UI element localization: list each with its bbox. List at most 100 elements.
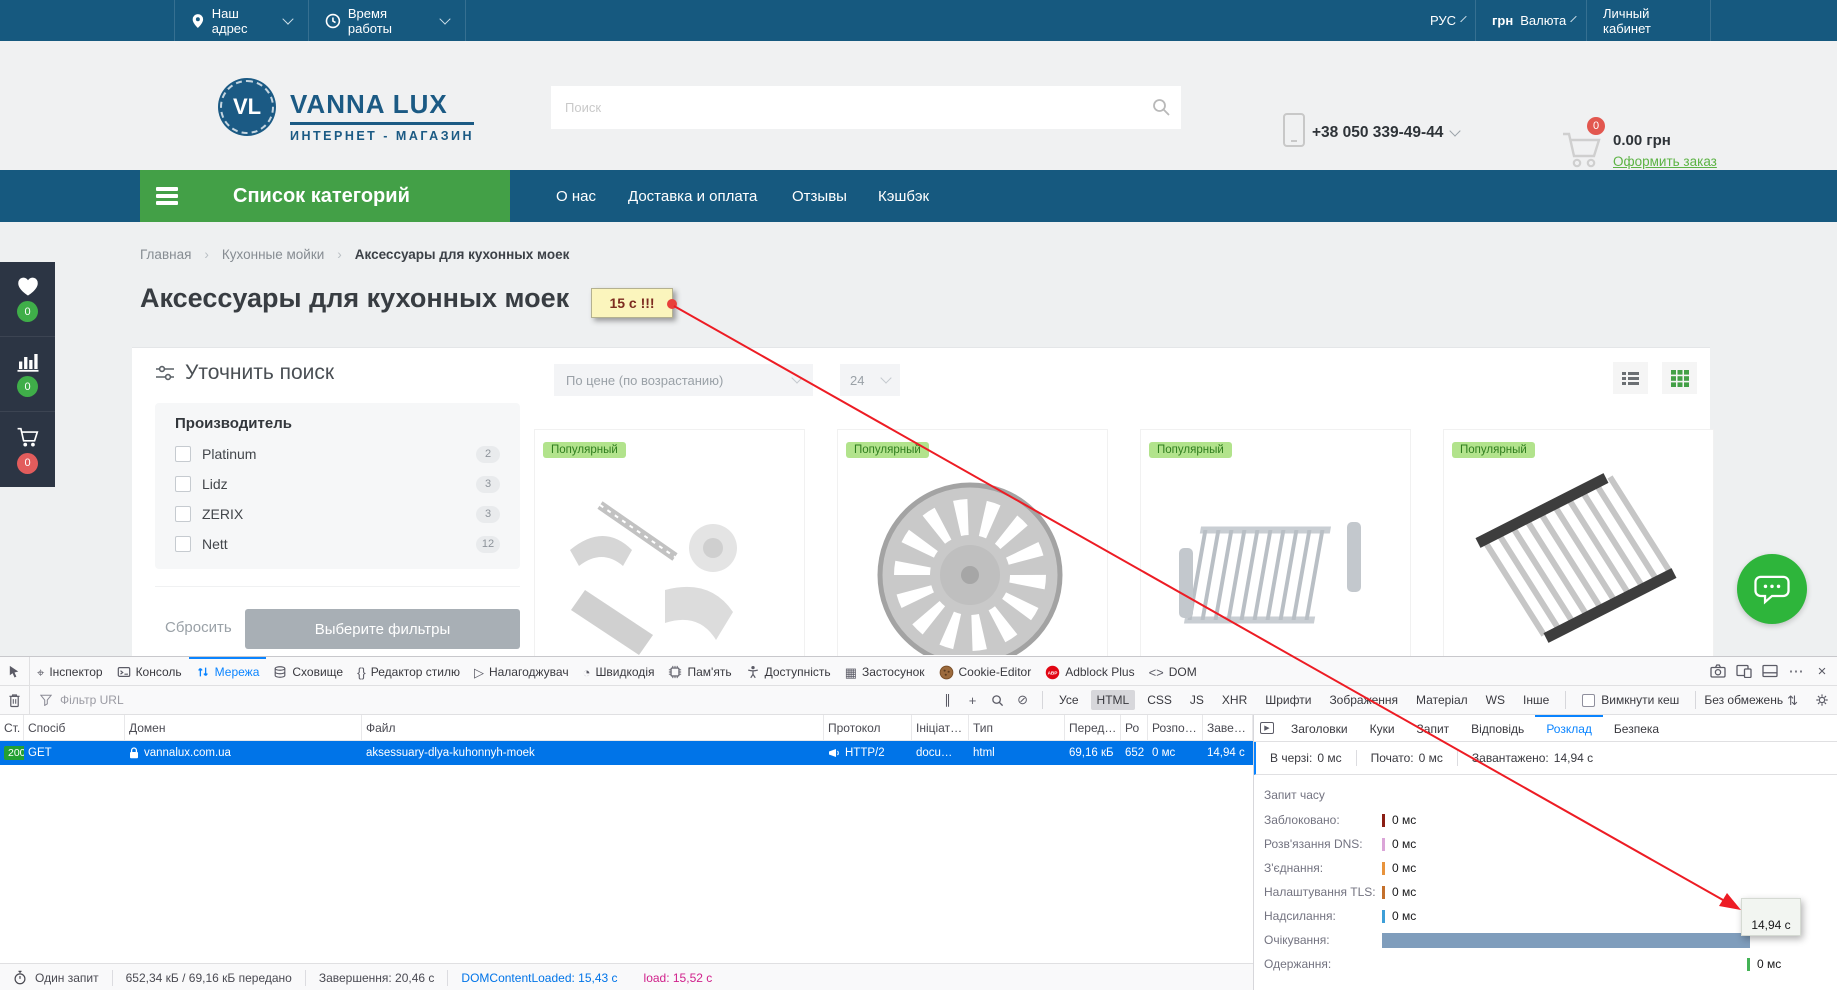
account-link[interactable]: Личный кабинет (1587, 0, 1711, 41)
checkbox[interactable] (175, 506, 191, 522)
filter-all[interactable]: Усе (1053, 690, 1085, 710)
column-finished[interactable]: Заве… (1203, 715, 1253, 740)
tab-performance[interactable]: ◔ Швидкодія (576, 657, 662, 685)
column-domain[interactable]: Домен (125, 715, 362, 740)
phone-number[interactable]: +38 050 339-49-44 (1312, 124, 1462, 142)
wishlist-button[interactable]: 0 (0, 262, 55, 337)
breadcrumb-home[interactable]: Главная (140, 247, 191, 262)
filter-images[interactable]: Зображення (1323, 690, 1404, 710)
tab-adblock-plus[interactable]: ABP Adblock Plus (1038, 657, 1141, 685)
tab-network[interactable]: Мережа (188, 657, 267, 685)
tab-cookie-editor[interactable]: Cookie-Editor (932, 657, 1039, 685)
column-started[interactable]: Розпо… (1148, 715, 1203, 740)
sort-select[interactable]: По цене (по возрастанию) (554, 364, 813, 396)
breadcrumb-category[interactable]: Кухонные мойки (222, 247, 324, 262)
filter-option-platinum[interactable]: Platinum 2 (175, 441, 500, 467)
tab-style-editor[interactable]: {} Редактор стилю (350, 657, 467, 685)
tab-console[interactable]: Консоль (110, 657, 189, 685)
clear-requests-button[interactable] (0, 686, 30, 714)
tab-inspector[interactable]: ⌖ Інспектор (30, 657, 110, 685)
nav-item-cashback[interactable]: Кэшбэк (878, 170, 929, 222)
reset-filters-button[interactable]: Сбросить (165, 619, 232, 636)
domcontentloaded-time[interactable]: DOMContentLoaded: 15,43 с (448, 970, 630, 986)
pick-element-button[interactable] (0, 657, 30, 685)
product-card[interactable]: Популярный (1443, 429, 1714, 657)
filter-other[interactable]: Інше (1517, 690, 1555, 710)
product-card[interactable]: Популярный (534, 429, 805, 657)
nav-item-reviews[interactable]: Отзывы (792, 170, 847, 222)
filter-option-lidz[interactable]: Lidz 3 (175, 471, 500, 497)
checkbox[interactable] (1582, 693, 1596, 707)
cart-sidebar-button[interactable]: 0 (0, 412, 55, 487)
checkout-link[interactable]: Оформить заказ (1613, 154, 1717, 169)
checkbox[interactable] (175, 536, 191, 552)
request-row[interactable]: 200 GET vannalux.com.ua aksessuary-dlya-… (0, 741, 1253, 765)
tab-storage[interactable]: Сховище (266, 657, 350, 685)
tab-cookies[interactable]: Куки (1359, 715, 1406, 741)
search-input[interactable] (551, 86, 1181, 129)
column-method[interactable]: Спосіб (24, 715, 125, 740)
filter-css[interactable]: CSS (1141, 690, 1178, 710)
filter-ws[interactable]: WS (1480, 690, 1511, 710)
per-page-select[interactable]: 24 (840, 364, 900, 396)
tab-response[interactable]: Відповідь (1460, 715, 1535, 741)
language-select[interactable]: РУС (1414, 0, 1476, 41)
resend-button[interactable]: ▶ (1254, 715, 1280, 741)
network-settings-button[interactable] (1810, 693, 1833, 707)
filter-html[interactable]: HTML (1090, 690, 1136, 710)
filter-media[interactable]: Матеріал (1410, 690, 1474, 710)
tab-debugger[interactable]: ▷ Налагоджувач (467, 657, 576, 685)
tab-application[interactable]: ▦ Застосунок (838, 657, 932, 685)
tab-memory[interactable]: Пам'ять (661, 657, 738, 685)
split-console-button[interactable] (1757, 664, 1783, 678)
checkbox[interactable] (175, 476, 191, 492)
tab-timings[interactable]: Розклад (1535, 715, 1603, 741)
responsive-mode-button[interactable] (1731, 664, 1757, 678)
column-initiator[interactable]: Ініціат… (912, 715, 969, 740)
block-request-button[interactable]: ⊘ (1011, 692, 1034, 708)
tab-accessibility[interactable]: Доступність (739, 657, 838, 685)
tab-request[interactable]: Запит (1406, 715, 1461, 741)
load-time[interactable]: load: 15,52 с (631, 970, 726, 986)
search-requests-button[interactable] (986, 694, 1009, 707)
disable-cache-checkbox[interactable]: Вимкнути кеш (1582, 693, 1679, 707)
screenshot-button[interactable] (1705, 664, 1731, 678)
column-protocol[interactable]: Протокол (824, 715, 912, 740)
list-view-button[interactable] (1613, 362, 1648, 394)
chat-button[interactable] (1737, 554, 1807, 624)
nav-item-delivery[interactable]: Доставка и оплата (628, 170, 757, 222)
filter-option-nett[interactable]: Nett 12 (175, 531, 500, 557)
checkbox[interactable] (175, 446, 191, 462)
filter-option-zerix[interactable]: ZERIX 3 (175, 501, 500, 527)
tab-security[interactable]: Безпека (1603, 715, 1670, 741)
search-icon[interactable] (1151, 97, 1171, 117)
apply-filters-button[interactable]: Выберите фильтры (245, 609, 520, 649)
close-devtools-button[interactable]: × (1809, 663, 1835, 680)
grid-view-button[interactable] (1662, 362, 1697, 394)
column-size[interactable]: Ро (1121, 715, 1148, 740)
tab-headers[interactable]: Заголовки (1280, 715, 1359, 741)
column-file[interactable]: Файл (362, 715, 824, 740)
nav-item-about[interactable]: О нас (556, 170, 596, 222)
add-request-button[interactable]: + (961, 693, 984, 708)
pause-traffic-button[interactable]: ∥ (936, 692, 959, 708)
product-card[interactable]: Популярный (1140, 429, 1411, 657)
address-menu[interactable]: Наш адрес (174, 0, 309, 41)
filter-js[interactable]: JS (1184, 690, 1210, 710)
compare-button[interactable]: 0 (0, 337, 55, 412)
column-status[interactable]: Ст. (0, 715, 24, 740)
logo-badge[interactable]: VL (218, 78, 276, 136)
currency-select[interactable]: грн Валюта (1476, 0, 1587, 41)
throttling-select[interactable]: Без обмежень ⇅ (1704, 693, 1798, 707)
categories-button[interactable]: Список категорий (140, 170, 510, 222)
column-transferred[interactable]: Перед… (1065, 715, 1121, 740)
filter-fonts[interactable]: Шрифти (1259, 690, 1317, 710)
logo[interactable]: VANNA LUX ИНТЕРНЕТ - МАГАЗИН (290, 89, 475, 143)
filter-xhr[interactable]: XHR (1216, 690, 1253, 710)
devtools-menu-button[interactable]: ⋯ (1783, 662, 1809, 680)
product-card[interactable]: Популярный (837, 429, 1108, 657)
hours-menu[interactable]: Время работы (309, 0, 466, 41)
tab-dom[interactable]: <> DOM (1142, 657, 1204, 685)
url-filter-input[interactable] (58, 692, 308, 708)
column-type[interactable]: Тип (969, 715, 1065, 740)
